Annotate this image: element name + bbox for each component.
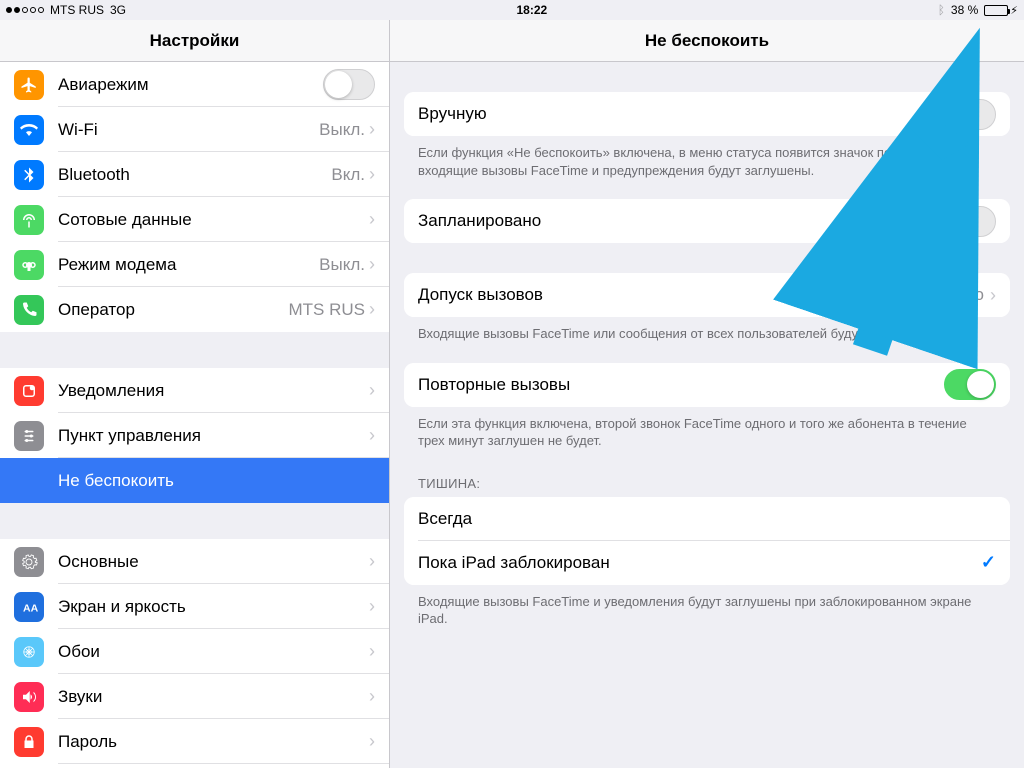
row-label: Экран и яркость (58, 597, 369, 617)
chevron-right-icon: › (369, 551, 375, 572)
repeat-footer: Если эта функция включена, второй звонок… (390, 407, 1024, 470)
display-icon: AA (14, 592, 44, 622)
row-value: Вкл. (331, 165, 365, 185)
sidebar-item-control-center[interactable]: Пункт управления › (0, 413, 389, 458)
row-always[interactable]: Всегда (404, 497, 1010, 541)
status-bar: MTS RUS 3G 18:22 ᛒ 38 % ⚡︎ (0, 0, 1024, 20)
row-value: Ни от кого (904, 285, 984, 305)
row-label: Всегда (418, 509, 996, 529)
row-label: Пункт управления (58, 426, 369, 446)
sounds-icon (14, 682, 44, 712)
sidebar-item-dnd[interactable]: Не беспокоить (0, 458, 389, 503)
sidebar-gap (0, 503, 389, 539)
repeated-calls-toggle[interactable] (944, 369, 996, 400)
row-label: Режим модема (58, 255, 319, 275)
sidebar-item-notifications[interactable]: Уведомления › (0, 368, 389, 413)
battery-percent: 38 % (951, 3, 978, 17)
detail-pane[interactable]: Вручную Если функция «Не беспокоить» вкл… (390, 62, 1024, 768)
row-label: Оператор (58, 300, 289, 320)
row-label: Повторные вызовы (418, 375, 944, 395)
row-label: Основные (58, 552, 369, 572)
row-label: Пароль (58, 732, 369, 752)
signal-icon (6, 7, 44, 13)
row-scheduled[interactable]: Запланировано (404, 199, 1010, 243)
silence-header: Тишина: (390, 470, 1024, 497)
chevron-right-icon: › (990, 285, 996, 306)
antenna-icon (14, 205, 44, 235)
lock-icon (14, 727, 44, 757)
chevron-right-icon: › (369, 596, 375, 617)
scheduled-toggle[interactable] (944, 206, 996, 237)
bluetooth-icon: ᛒ (938, 3, 945, 17)
row-label: Звуки (58, 687, 369, 707)
battery-icon: ⚡︎ (984, 4, 1018, 17)
row-value: MTS RUS (289, 300, 366, 320)
chevron-right-icon: › (369, 380, 375, 401)
row-manual[interactable]: Вручную (404, 92, 1010, 136)
sidebar-item-wifi[interactable]: Wi-Fi Выкл. › (0, 107, 389, 152)
row-label: Запланировано (418, 211, 944, 231)
row-allow-calls[interactable]: Допуск вызовов Ни от кого › (404, 273, 1010, 317)
row-repeated-calls[interactable]: Повторные вызовы (404, 363, 1010, 407)
sidebar-title: Настройки (0, 20, 390, 61)
row-label: Wi-Fi (58, 120, 319, 140)
gear-icon (14, 547, 44, 577)
allow-footer: Входящие вызовы FaceTime или сообщения о… (390, 317, 1024, 363)
notifications-icon (14, 376, 44, 406)
sidebar-item-sounds[interactable]: Звуки › (0, 674, 389, 719)
row-label: Bluetooth (58, 165, 331, 185)
chevron-right-icon: › (369, 641, 375, 662)
row-label: Авиарежим (58, 75, 323, 95)
manual-footer: Если функция «Не беспокоить» включена, в… (390, 136, 1024, 199)
sidebar-item-general[interactable]: Основные › (0, 539, 389, 584)
hotspot-icon (14, 250, 44, 280)
silence-footer: Входящие вызовы FaceTime и уведомления б… (390, 585, 1024, 648)
manual-toggle[interactable] (944, 99, 996, 130)
svg-text:AA: AA (23, 602, 38, 614)
moon-icon (14, 466, 44, 496)
sidebar-item-carrier[interactable]: Оператор MTS RUS › (0, 287, 389, 332)
checkmark-icon: ✓ (981, 552, 996, 573)
row-label: Пока iPad заблокирован (418, 553, 981, 573)
chevron-right-icon: › (369, 299, 375, 320)
chevron-right-icon: › (369, 425, 375, 446)
chevron-right-icon: › (369, 731, 375, 752)
sidebar-item-hotspot[interactable]: Режим модема Выкл. › (0, 242, 389, 287)
row-while-locked[interactable]: Пока iPad заблокирован ✓ (404, 541, 1010, 585)
sidebar-item-passcode[interactable]: Пароль › (0, 719, 389, 764)
chevron-right-icon: › (369, 164, 375, 185)
row-label: Уведомления (58, 381, 369, 401)
settings-sidebar[interactable]: Авиарежим Wi-Fi Выкл. › Bluetooth Вкл. ›… (0, 62, 390, 768)
carrier-label: MTS RUS (50, 3, 104, 17)
sidebar-item-cellular[interactable]: Сотовые данные › (0, 197, 389, 242)
sidebar-item-bluetooth[interactable]: Bluetooth Вкл. › (0, 152, 389, 197)
row-label: Допуск вызовов (418, 285, 904, 305)
row-label: Не беспокоить (58, 471, 375, 491)
sidebar-item-wallpaper[interactable]: Обои › (0, 629, 389, 674)
control-center-icon (14, 421, 44, 451)
phone-icon (14, 295, 44, 325)
row-value: Выкл. (319, 120, 365, 140)
row-label: Вручную (418, 104, 944, 124)
row-value: Выкл. (319, 255, 365, 275)
sidebar-item-airplane[interactable]: Авиарежим (0, 62, 389, 107)
wallpaper-icon (14, 637, 44, 667)
network-label: 3G (110, 3, 126, 17)
bluetooth-sidebar-icon (14, 160, 44, 190)
sidebar-item-display[interactable]: AA Экран и яркость › (0, 584, 389, 629)
airplane-toggle[interactable] (323, 69, 375, 100)
chevron-right-icon: › (369, 254, 375, 275)
sidebar-gap (0, 332, 389, 368)
clock: 18:22 (517, 3, 548, 17)
airplane-icon (14, 70, 44, 100)
wifi-icon (14, 115, 44, 145)
chevron-right-icon: › (369, 209, 375, 230)
chevron-right-icon: › (369, 686, 375, 707)
page-title: Не беспокоить (390, 20, 1024, 61)
chevron-right-icon: › (369, 119, 375, 140)
row-label: Обои (58, 642, 369, 662)
row-label: Сотовые данные (58, 210, 369, 230)
